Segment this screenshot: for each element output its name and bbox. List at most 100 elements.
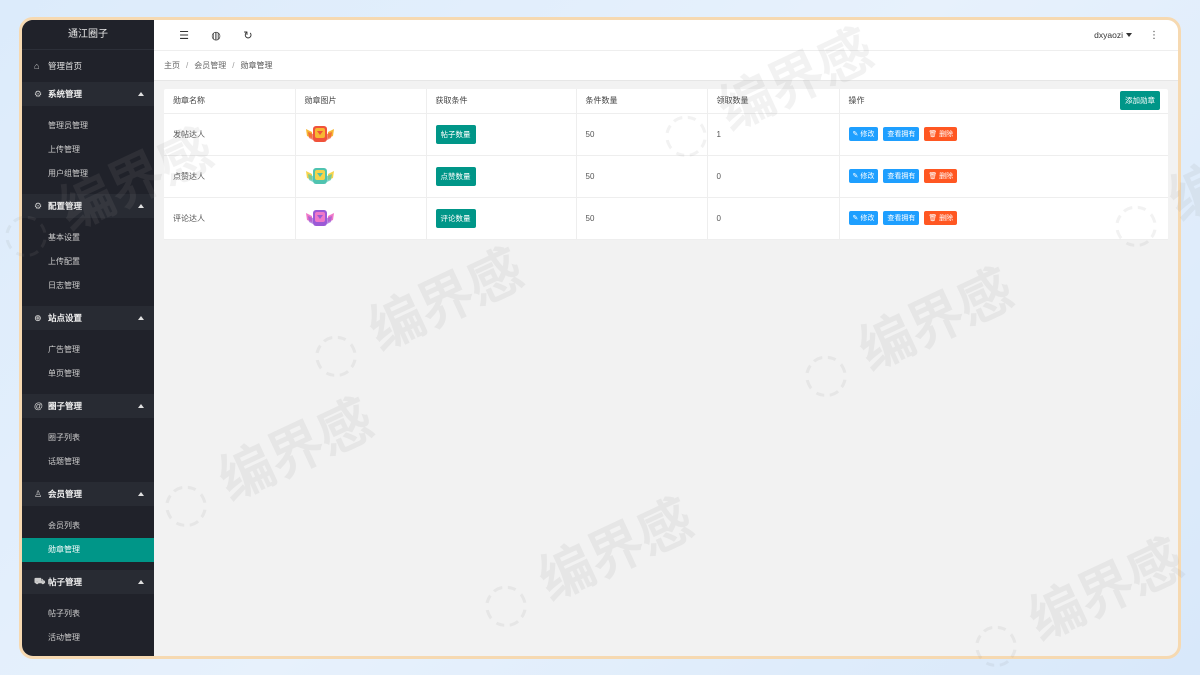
sidebar-group-2[interactable]: ⊕ 站点设置: [22, 306, 154, 330]
medal-name: 评论达人: [164, 197, 296, 240]
sidebar-subitem[interactable]: 基本设置: [22, 226, 154, 250]
main-area: ☰ ◍ ↻ dxyaozi ⋮ 主页 / 会员管理 / 勋章管理 勋章名称 勋章…: [154, 20, 1178, 656]
sidebar-subitem[interactable]: 单页管理: [22, 362, 154, 386]
medal-name: 点赞达人: [164, 155, 296, 198]
col-header-name: 勋章名称: [164, 89, 296, 114]
delete-button[interactable]: 🗑 删除: [924, 169, 958, 183]
claimed-count: 0: [707, 197, 840, 240]
condition-tag[interactable]: 评论数量: [435, 208, 476, 228]
medal-image-cell: [295, 155, 427, 198]
sidebar-group-label: 帖子管理: [48, 577, 83, 587]
sidebar-item-home[interactable]: ⌂ 管理首页: [22, 50, 154, 82]
content: 勋章名称 勋章图片 获取条件 条件数量 领取数量 操作 添加勋章 发帖达人 帖子…: [154, 81, 1178, 656]
sidebar-group-1[interactable]: ⚙ 配置管理: [22, 194, 154, 218]
pencil-icon: ✎: [852, 215, 859, 222]
sidebar-subitem[interactable]: 活动管理: [22, 626, 154, 650]
app-window: 通江圈子 ⌂ 管理首页 ⚙ 系统管理管理员管理 上传管理 用户组管理 ⚙ 配置管理基本设置…: [19, 17, 1181, 659]
sidebar-groups: ⚙ 系统管理管理员管理 上传管理 用户组管理 ⚙ 配置管理基本设置 上传配置 日志管理 ⊕ 站点设…: [22, 82, 154, 656]
delete-button[interactable]: 🗑 删除: [924, 211, 958, 225]
delete-button[interactable]: 🗑 删除: [924, 127, 958, 141]
edit-button[interactable]: ✎ 修改: [848, 169, 879, 183]
refresh-icon[interactable]: ↻: [232, 29, 264, 42]
sidebar-subitem[interactable]: 话题管理: [22, 450, 154, 474]
trash-icon: 🗑: [928, 215, 938, 222]
edit-label: 修改: [860, 173, 875, 180]
actions-cell: ✎ 修改 查看拥有 🗑 删除: [839, 197, 1168, 240]
sidebar-group-4[interactable]: ♙ 会员管理: [22, 482, 154, 506]
cart-icon: ⛟: [34, 576, 46, 586]
medal-image-cell: [295, 113, 427, 156]
trash-icon: 🗑: [928, 131, 938, 138]
actions-cell: ✎ 修改 查看拥有 🗑 删除: [839, 155, 1168, 198]
medal-name: 发帖达人: [164, 113, 296, 156]
sidebar-subitem[interactable]: 圈子列表: [22, 426, 154, 450]
claimed-count: 0: [707, 155, 840, 198]
chevron-up-icon: [138, 492, 144, 496]
condition-tag[interactable]: 点赞数量: [435, 166, 476, 186]
actions-cell: ✎ 修改 查看拥有 🗑 删除: [839, 113, 1168, 156]
edit-label: 修改: [860, 131, 875, 138]
sidebar-subitem[interactable]: 上传管理: [22, 138, 154, 162]
user-menu[interactable]: dxyaozi: [1094, 30, 1132, 40]
topbar: ☰ ◍ ↻ dxyaozi ⋮: [154, 20, 1178, 51]
sidebar-item-label: 管理首页: [48, 61, 83, 71]
table-body: 发帖达人 帖子数量 50 1 ✎ 修改 查看拥有 🗑 删除 点赞达人 点赞数量 50 0 ✎ 修改 查看…: [164, 113, 1168, 240]
medal-badge-image: [305, 168, 334, 184]
sidebar-subitem[interactable]: 管理员管理: [22, 114, 154, 138]
gear-icon: ⚙: [34, 200, 43, 211]
view-owners-button[interactable]: 查看拥有: [883, 169, 920, 183]
chevron-down-icon: [1126, 33, 1132, 37]
globe-icon[interactable]: ◍: [200, 29, 232, 42]
medal-table: 勋章名称 勋章图片 获取条件 条件数量 领取数量 操作 添加勋章 发帖达人 帖子…: [164, 89, 1168, 240]
medal-badge-image: [305, 210, 334, 226]
edit-button[interactable]: ✎ 修改: [848, 127, 879, 141]
gear-icon: ⚙: [34, 88, 43, 99]
condition-count: 50: [576, 113, 708, 156]
at-icon: @: [34, 401, 43, 411]
breadcrumb-parent[interactable]: 会员管理: [194, 60, 226, 71]
more-vertical-icon[interactable]: ⋮: [1142, 30, 1166, 41]
view-owners-button[interactable]: 查看拥有: [883, 211, 920, 225]
delete-label: 删除: [939, 173, 954, 180]
condition-cell: 点赞数量: [426, 155, 577, 198]
user-icon: ♙: [34, 488, 43, 499]
sidebar-group-0[interactable]: ⚙ 系统管理: [22, 82, 154, 106]
sidebar-group-label: 圈子管理: [48, 401, 83, 411]
condition-count: 50: [576, 197, 708, 240]
col-header-actions: 操作 添加勋章: [839, 89, 1168, 114]
table-row: 发帖达人 帖子数量 50 1 ✎ 修改 查看拥有 🗑 删除: [164, 113, 1168, 156]
home-icon: ⌂: [34, 61, 40, 71]
sidebar-subitem[interactable]: 广告管理: [22, 338, 154, 362]
sidebar-subitem[interactable]: 日志管理: [22, 274, 154, 298]
table-row: 点赞达人 点赞数量 50 0 ✎ 修改 查看拥有 🗑 删除: [164, 155, 1168, 198]
sidebar-group-label: 配置管理: [48, 201, 83, 211]
view-owners-button[interactable]: 查看拥有: [883, 127, 920, 141]
sidebar-subitem[interactable]: 会员列表: [22, 514, 154, 538]
col-header-condition: 获取条件: [426, 89, 577, 114]
sidebar-subitem[interactable]: 帖子列表: [22, 602, 154, 626]
add-medal-button[interactable]: 添加勋章: [1120, 91, 1160, 111]
medal-table-panel: 勋章名称 勋章图片 获取条件 条件数量 领取数量 操作 添加勋章 发帖达人 帖子…: [164, 89, 1168, 240]
app-title: 通江圈子: [22, 20, 154, 50]
breadcrumb-home[interactable]: 主页: [164, 60, 180, 71]
breadcrumb: 主页 / 会员管理 / 勋章管理: [154, 51, 1178, 81]
sidebar-group-3[interactable]: @ 圈子管理: [22, 394, 154, 418]
pencil-icon: ✎: [852, 131, 859, 138]
medal-image-cell: [295, 197, 427, 240]
edit-button[interactable]: ✎ 修改: [848, 211, 879, 225]
menu-toggle-icon[interactable]: ☰: [168, 29, 200, 42]
sidebar-group-label: 站点设置: [48, 313, 83, 323]
medal-badge-image: [305, 126, 334, 142]
trash-icon: 🗑: [928, 173, 938, 180]
delete-label: 删除: [939, 215, 954, 222]
sidebar-subitem[interactable]: 上传配置: [22, 250, 154, 274]
pencil-icon: ✎: [852, 173, 859, 180]
sidebar-group-5[interactable]: ⛟ 帖子管理: [22, 570, 154, 594]
chevron-up-icon: [138, 316, 144, 320]
condition-tag[interactable]: 帖子数量: [435, 124, 476, 144]
col-header-actions-label: 操作: [848, 96, 865, 106]
sidebar-group-label: 系统管理: [48, 89, 83, 99]
col-header-claimed: 领取数量: [707, 89, 840, 114]
sidebar-subitem[interactable]: 用户组管理: [22, 162, 154, 186]
sidebar-subitem[interactable]: 勋章管理: [22, 538, 154, 562]
